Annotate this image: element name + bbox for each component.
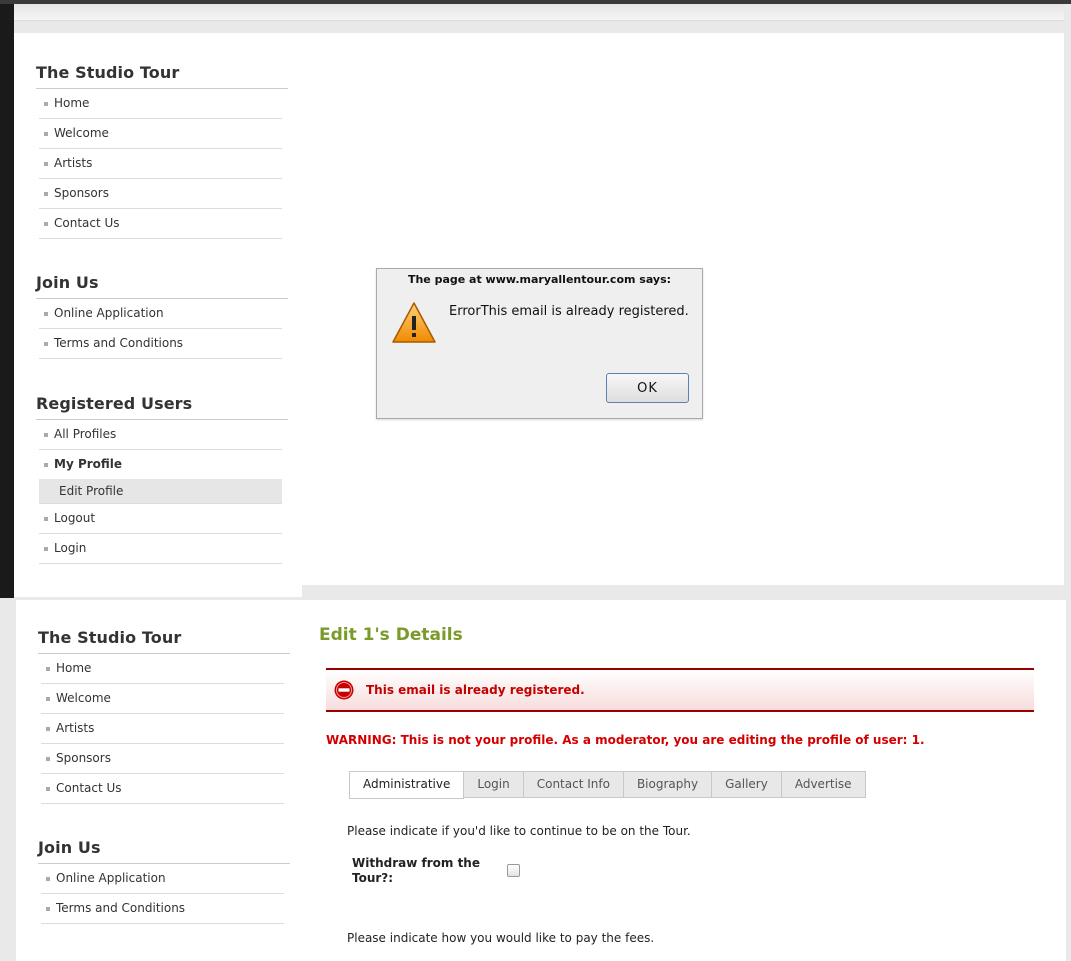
dialog-message: ErrorThis email is already registered. <box>449 304 689 319</box>
withdraw-label: Withdraw from the Tour?: <box>352 856 480 885</box>
section-heading-registered-users: Registered Users <box>36 394 288 420</box>
tab-gallery[interactable]: Gallery <box>712 771 782 798</box>
nav-list-studio-tour: Home Welcome Artists Sponsors Contact Us <box>39 89 282 239</box>
fees-prompt: Please indicate how you would like to pa… <box>347 931 655 945</box>
nav-item-welcome[interactable]: Welcome <box>39 119 282 149</box>
page-background-top-tail <box>14 585 302 597</box>
page-header-strip <box>14 4 1064 21</box>
nav-item-my-profile[interactable]: My Profile <box>39 450 282 479</box>
dialog-title: The page at www.maryallentour.com says: <box>407 273 672 286</box>
sidebar-bottom: The Studio Tour Home Welcome Artists Spo… <box>38 628 290 924</box>
tab-login[interactable]: Login <box>464 771 524 798</box>
nav-item-login[interactable]: Login <box>39 534 282 564</box>
nav-item-terms[interactable]: Terms and Conditions <box>41 894 284 924</box>
nav-item-online-application[interactable]: Online Application <box>41 864 284 894</box>
error-text: This email is already registered. <box>366 683 585 697</box>
tab-contact-info[interactable]: Contact Info <box>523 771 624 798</box>
error-message-box: This email is already registered. <box>326 668 1034 712</box>
page-title: Edit 1's Details <box>319 625 463 645</box>
tab-biography[interactable]: Biography <box>623 771 713 798</box>
nav-list-registered-users: All Profiles My Profile Edit Profile Log… <box>39 420 282 564</box>
tab-advertise[interactable]: Advertise <box>781 771 866 798</box>
withdraw-checkbox[interactable] <box>507 864 520 877</box>
nav-item-edit-profile[interactable]: Edit Profile <box>39 479 282 504</box>
section-heading-studio-tour: The Studio Tour <box>36 63 288 89</box>
nav-item-contact-us[interactable]: Contact Us <box>39 209 282 239</box>
moderator-warning: WARNING: This is not your profile. As a … <box>326 733 925 747</box>
tour-prompt: Please indicate if you'd like to continu… <box>347 824 691 838</box>
section-heading-studio-tour: The Studio Tour <box>38 628 290 654</box>
profile-tabs: Administrative Login Contact Info Biogra… <box>349 771 866 799</box>
nav-item-welcome[interactable]: Welcome <box>41 684 284 714</box>
nav-item-sponsors[interactable]: Sponsors <box>39 179 282 209</box>
ok-button[interactable]: OK <box>606 373 689 403</box>
sidebar-top: The Studio Tour Home Welcome Artists Spo… <box>36 63 288 564</box>
warning-icon <box>392 302 436 343</box>
nav-list-studio-tour: Home Welcome Artists Sponsors Contact Us <box>41 654 284 804</box>
page-background-bottom: The Studio Tour Home Welcome Artists Spo… <box>16 600 1066 961</box>
section-heading-join-us: Join Us <box>38 838 290 864</box>
nav-item-home[interactable]: Home <box>41 654 284 684</box>
nav-item-all-profiles[interactable]: All Profiles <box>39 420 282 450</box>
nav-list-join-us: Online Application Terms and Conditions <box>39 299 282 359</box>
no-entry-icon <box>334 680 354 700</box>
window-left-edge <box>0 4 14 598</box>
section-heading-join-us: Join Us <box>36 273 288 299</box>
nav-item-logout[interactable]: Logout <box>39 504 282 534</box>
nav-item-artists[interactable]: Artists <box>39 149 282 179</box>
tab-administrative[interactable]: Administrative <box>349 771 465 799</box>
nav-item-home[interactable]: Home <box>39 89 282 119</box>
nav-item-online-application[interactable]: Online Application <box>39 299 282 329</box>
alert-dialog: The page at www.maryallentour.com says: … <box>376 268 703 419</box>
nav-list-join-us: Online Application Terms and Conditions <box>41 864 284 924</box>
nav-item-artists[interactable]: Artists <box>41 714 284 744</box>
nav-item-sponsors[interactable]: Sponsors <box>41 744 284 774</box>
nav-item-terms[interactable]: Terms and Conditions <box>39 329 282 359</box>
nav-item-contact-us[interactable]: Contact Us <box>41 774 284 804</box>
